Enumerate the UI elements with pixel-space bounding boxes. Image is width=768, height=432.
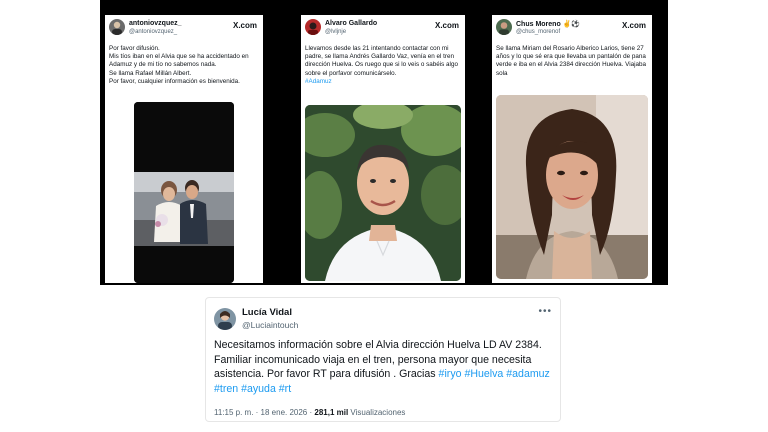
avatar[interactable] [305,19,321,35]
more-options-icon[interactable]: ••• [538,306,552,317]
tweet-card-chus[interactable]: Chus Moreno ✌️⚽ @chus_morenof X.com Se l… [492,15,652,283]
tweet-meta: 11:15 p. m. · 18 ene. 2026 · 281,1 mil V… [214,408,406,417]
tweet-line: Mis tíos iban en el Alvia que se ha acci… [109,53,249,69]
tweet-line: Por favor, cualquier información es bien… [109,77,240,85]
tweet-line: Por favor difusión. [109,45,160,52]
tweet-card-antonio[interactable]: antoniovzquez_ @antoniovzquez_ X.com Por… [105,15,263,283]
avatar[interactable] [496,19,512,35]
tweet-text: Se llama Miriam del Rosario Alberico Lar… [496,45,648,78]
author-name[interactable]: Chus Moreno ✌️⚽ [516,20,580,28]
emoji-badge: ✌️⚽ [562,21,581,28]
x-logo: X.com [232,21,257,30]
x-logo: X.com [434,21,459,30]
tweet-line: Llevamos desde las 21 intentando contact… [305,45,458,77]
views-label: Visualizaciones [350,408,406,417]
avatar[interactable] [214,308,236,330]
tweet-header: antoniovzquez_ @antoniovzquez_ X.com [109,19,259,41]
tweet-line: Se llama Miriam del Rosario Alberico Lar… [496,45,647,77]
x-logo: X.com [621,21,646,30]
author-handle[interactable]: @antoniovzquez_ [129,29,177,35]
tweet-card-lucia[interactable]: Lucía Vidal @Luciaintouch ••• Necesitamo… [205,297,561,422]
author-name[interactable]: antoniovzquez_ [129,20,182,27]
tweet-date[interactable]: 18 ene. 2026 [261,408,308,417]
man-portrait-photo[interactable] [305,105,461,281]
woman-portrait-photo[interactable] [496,95,648,279]
avatar[interactable] [109,19,125,35]
views-count[interactable]: 281,1 mil [314,408,348,417]
tweet-text: Necesitamos información sobre el Alvia d… [214,338,552,396]
author-name[interactable]: Alvaro Gallardo [325,20,377,27]
hashtag-link[interactable]: #Adamuz [305,78,461,86]
author-handle[interactable]: @lvljnje [325,29,346,35]
wedding-couple-photo[interactable] [134,102,234,283]
author-name[interactable]: Lucía Vidal [242,307,292,318]
tweet-line: Se llama Rafael Millán Albert. [109,69,192,77]
tweet-header: Chus Moreno ✌️⚽ @chus_morenof X.com [496,19,648,41]
tweet-time[interactable]: 11:15 p. m. [214,408,253,417]
author-handle[interactable]: @chus_morenof [516,29,560,35]
author-handle[interactable]: @Luciaintouch [242,320,298,330]
tweet-text: Por favor difusión. Mis tíos iban en el … [109,45,259,86]
tweet-text: Llevamos desde las 21 intentando contact… [305,45,461,86]
tweet-header: Alvaro Gallardo @lvljnje X.com [305,19,461,41]
tweet-card-alvaro[interactable]: Alvaro Gallardo @lvljnje X.com Llevamos … [301,15,465,283]
